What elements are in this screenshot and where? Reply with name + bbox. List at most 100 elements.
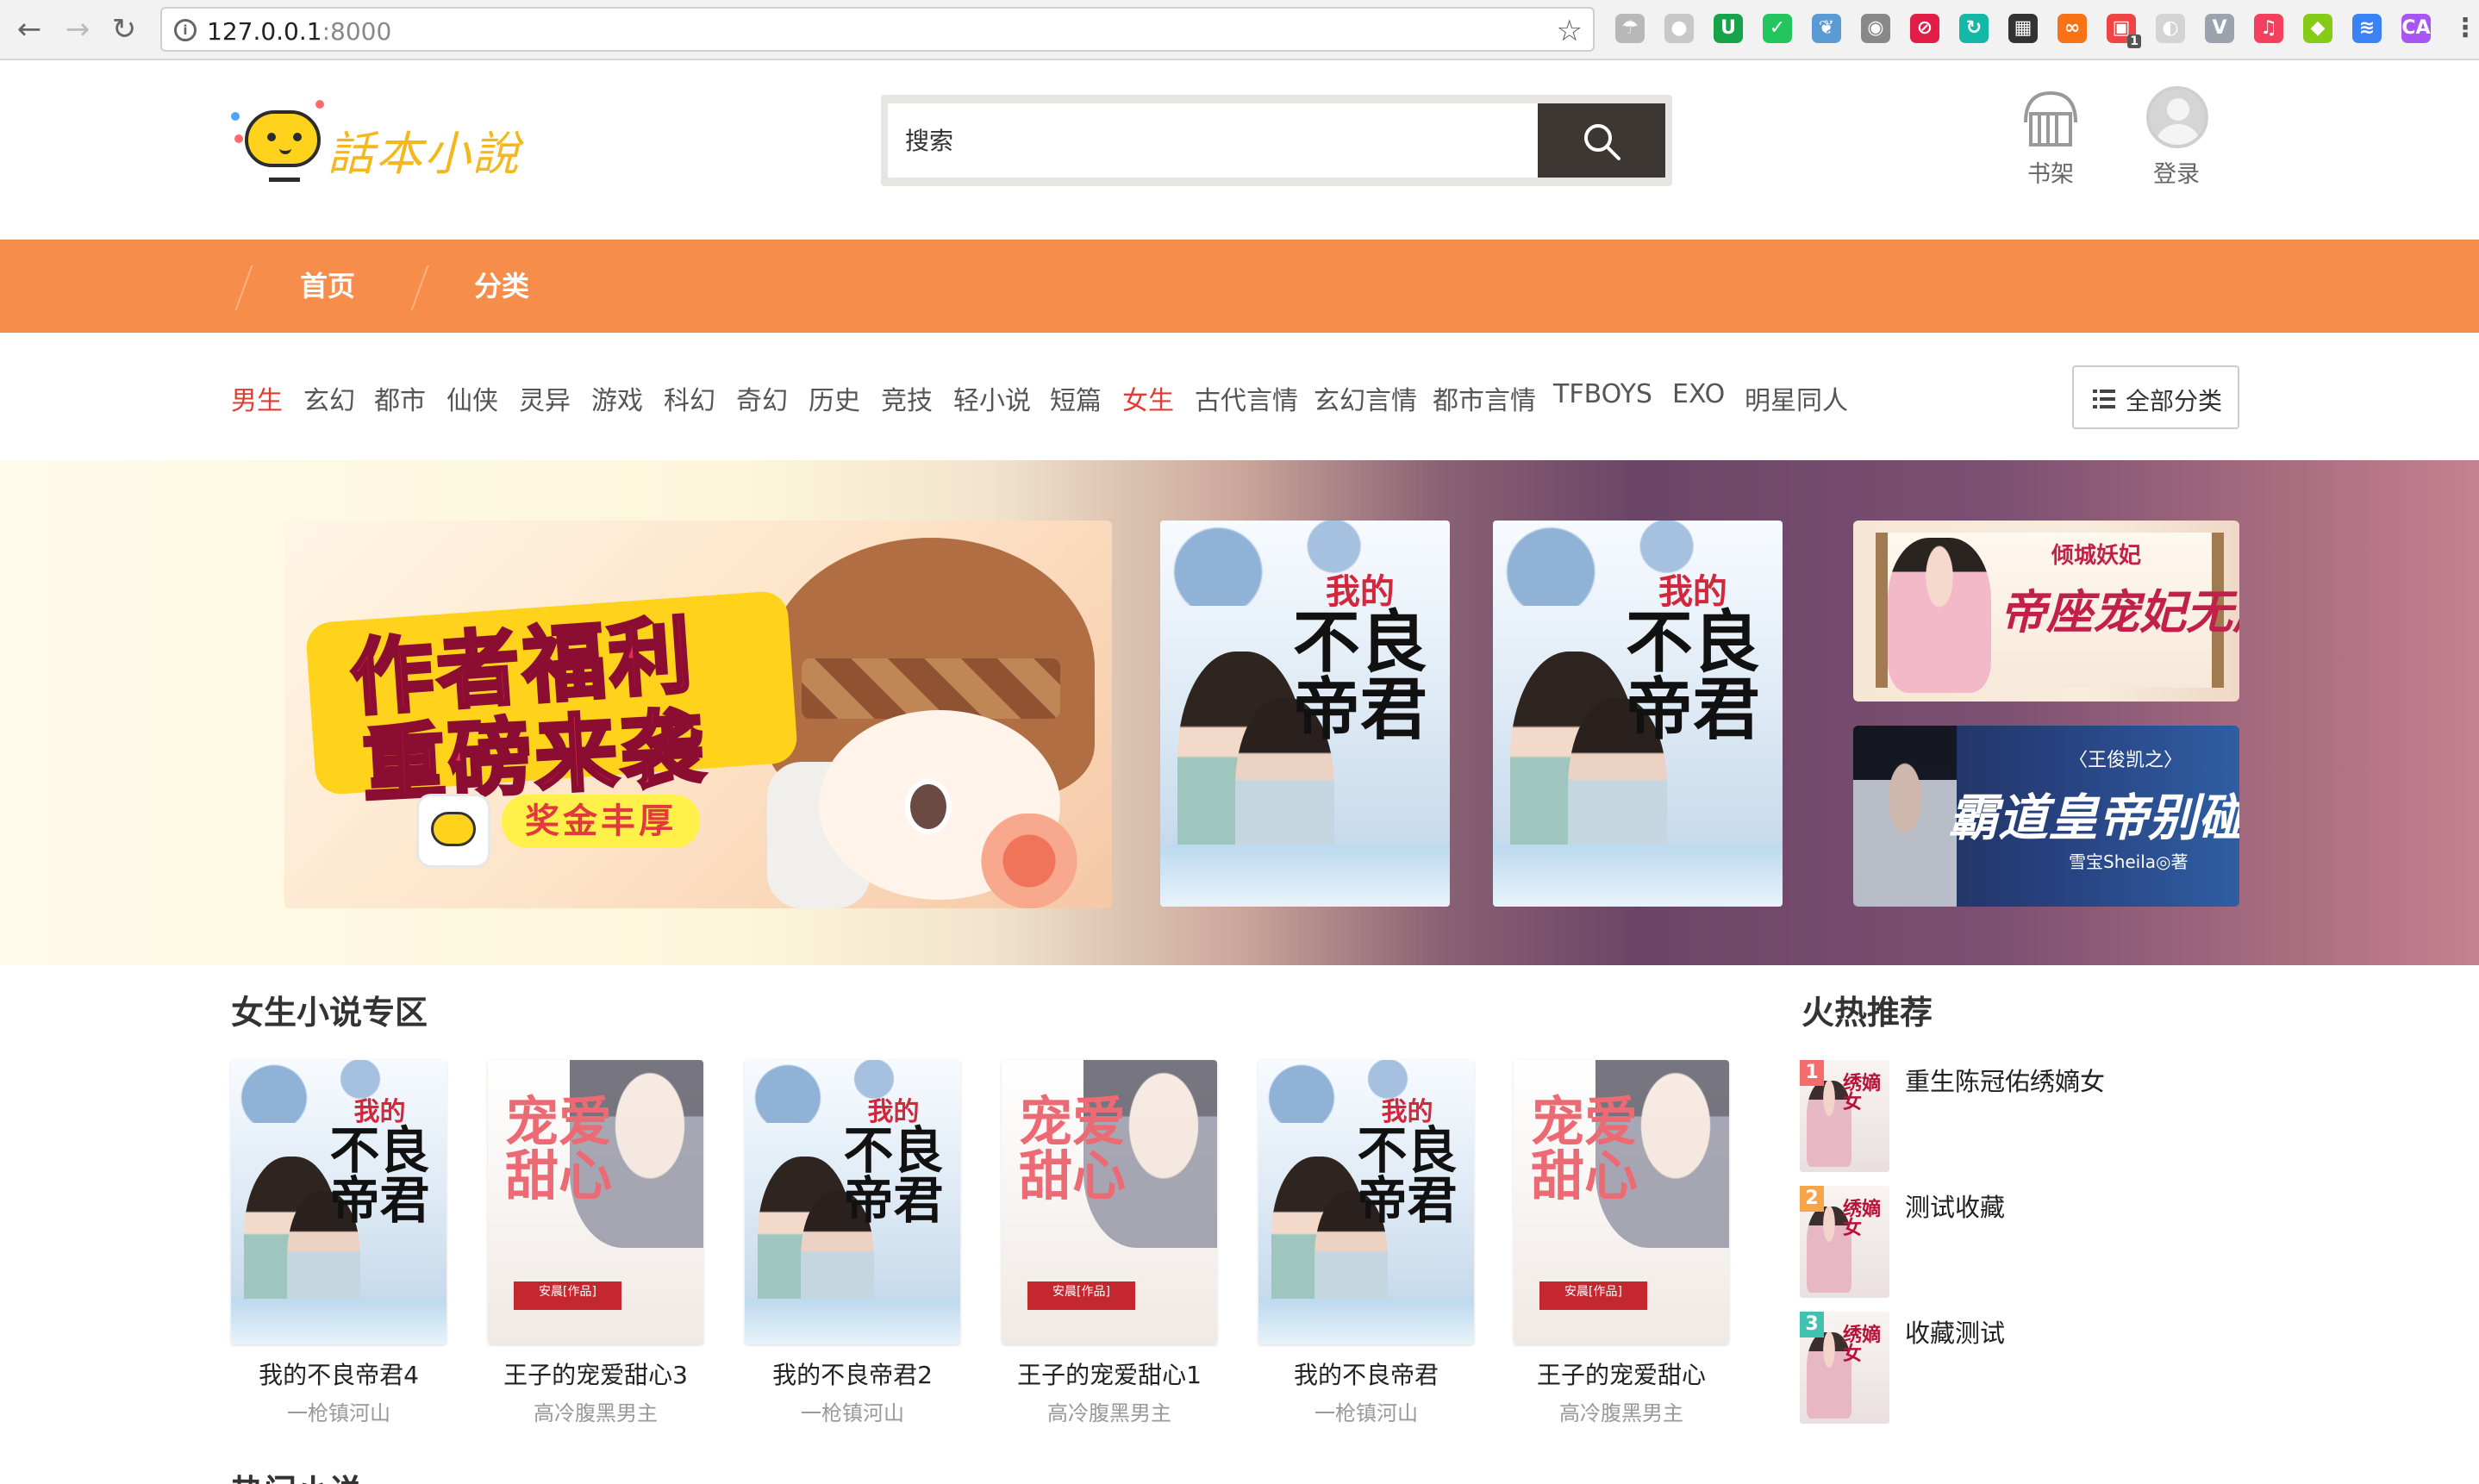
login-link[interactable]: 登录: [2129, 86, 2224, 198]
book-author: 高冷腹黑男主: [534, 1401, 658, 1425]
category-link[interactable]: 奇幻: [736, 379, 788, 417]
circle-icon[interactable]: ●: [1664, 14, 1694, 43]
book-author: 高冷腹黑男主: [1047, 1401, 1171, 1425]
shield-check-icon[interactable]: ✓: [1763, 14, 1792, 43]
category-link[interactable]: 古代言情: [1195, 379, 1298, 417]
refresh-icon[interactable]: ↻: [1959, 14, 1989, 43]
book-cover[interactable]: 宠爱甜心 安晨[作品]: [488, 1060, 703, 1344]
category-link[interactable]: 仙侠: [446, 379, 498, 417]
info-icon[interactable]: i: [174, 19, 197, 41]
tab-category[interactable]: 分类: [474, 240, 529, 333]
side-banner-1[interactable]: 倾城妖妃 帝座宠妃无度: [1853, 521, 2239, 701]
book-cover[interactable]: 宠爱甜心 安晨[作品]: [1002, 1060, 1217, 1344]
book-title[interactable]: 王子的宠爱甜心1: [984, 1356, 1234, 1391]
infinity-icon[interactable]: ∞: [2058, 14, 2087, 43]
book-title[interactable]: 我的不良帝君: [1241, 1356, 1491, 1391]
bookshelf-link[interactable]: 书架: [2003, 86, 2098, 198]
cover-badge: 安晨[作品]: [1539, 1281, 1647, 1311]
book-author: 一枪镇河山: [1314, 1401, 1418, 1425]
vue-icon[interactable]: V: [2205, 14, 2234, 43]
hot-item-title[interactable]: 测试收藏: [1905, 1188, 2005, 1224]
menu-icon[interactable]: ⋮: [2451, 14, 2479, 43]
search-box: [881, 95, 1672, 186]
book-title[interactable]: 王子的宠爱甜心3: [471, 1356, 721, 1391]
cover-title: 宠爱甜心: [1531, 1089, 1639, 1207]
book-cover[interactable]: 我的 不良帝君: [1258, 1060, 1474, 1344]
hot-item-title[interactable]: 重生陈冠佑绣嫡女: [1905, 1062, 2105, 1098]
music-icon[interactable]: ♫: [2254, 14, 2283, 43]
book-title[interactable]: 我的不良帝君2: [727, 1356, 977, 1391]
nav-divider: [234, 265, 253, 310]
promo-banner[interactable]: 作者福利 重磅来袭 奖金丰厚: [284, 521, 1112, 908]
category-link[interactable]: EXO: [1672, 379, 1725, 409]
url-text[interactable]: 127.0.0.1:8000: [207, 17, 391, 46]
site-logo[interactable]: 話本小說: [226, 97, 528, 191]
category-link[interactable]: 玄幻: [303, 379, 355, 417]
category-link[interactable]: 历史: [809, 379, 860, 417]
category-link[interactable]: TFBOYS: [1553, 379, 1652, 409]
search-button[interactable]: [1538, 103, 1665, 178]
side-banner-2-title: 霸道皇帝别碰我: [1948, 789, 2239, 847]
back-arrow-icon[interactable]: ←: [12, 12, 47, 47]
category-link[interactable]: 竞技: [881, 379, 933, 417]
book-card[interactable]: 我的 不良帝君 我的不良帝君4 一枪镇河山: [231, 1060, 446, 1425]
book-title[interactable]: 王子的宠爱甜心: [1496, 1356, 1746, 1391]
book-card[interactable]: 我的 不良帝君 我的不良帝君2 一枪镇河山: [745, 1060, 960, 1425]
cover-badge: 安晨[作品]: [514, 1281, 621, 1311]
forward-arrow-icon[interactable]: →: [60, 12, 95, 47]
book-author: 一枪镇河山: [287, 1401, 390, 1425]
adblock-icon[interactable]: ⊘: [1910, 14, 1939, 43]
promo-art: [905, 779, 952, 834]
logo-dot: [234, 134, 243, 143]
ca-icon[interactable]: CA: [2401, 14, 2431, 43]
book-cover[interactable]: 我的 不良帝君: [231, 1060, 446, 1344]
hot-item[interactable]: 绣嫡女 3 收藏测试: [1800, 1312, 2282, 1424]
tab-home[interactable]: 首页: [300, 240, 355, 333]
book-card[interactable]: 宠爱甜心 安晨[作品] 王子的宠爱甜心3 高冷腹黑男主: [488, 1060, 703, 1425]
hot-item-title[interactable]: 收藏测试: [1905, 1313, 2005, 1350]
leaf-icon[interactable]: ❦: [1812, 14, 1841, 43]
moon-icon[interactable]: ◐: [2156, 14, 2185, 43]
category-link[interactable]: 游戏: [591, 379, 643, 417]
main-nav: 首页 分类: [0, 240, 2479, 333]
category-link[interactable]: 灵异: [519, 379, 571, 417]
layers-icon[interactable]: ≋: [2352, 14, 2382, 43]
avatar-icon: [2146, 86, 2208, 148]
promo-art: [974, 814, 1112, 908]
all-categories-button[interactable]: 全部分类: [2072, 365, 2239, 429]
qrcode-icon[interactable]: ▦: [2008, 14, 2038, 43]
category-link[interactable]: 短篇: [1050, 379, 1102, 417]
browser-toolbar: ← → ↻ i 127.0.0.1:8000 ☆ ☂ ● U ✓ ❦ ◉ ⊘ ↻ ▦ ∞ ▣ 1 ◐ V ♫…: [0, 0, 2479, 60]
address-bar[interactable]: i 127.0.0.1:8000 ☆: [160, 7, 1595, 52]
weibo-icon[interactable]: ◉: [1861, 14, 1890, 43]
side-banner-2[interactable]: 〈王俊凯之〉 霸道皇帝别碰我 雪宝Sheila◎著: [1853, 726, 2239, 907]
category-link[interactable]: 女生: [1122, 379, 1174, 417]
book-card[interactable]: 宠爱甜心 安晨[作品] 王子的宠爱甜心 高冷腹黑男主: [1514, 1060, 1729, 1425]
shield-green-icon[interactable]: U: [1714, 14, 1743, 43]
hot-item[interactable]: 绣嫡女 2 测试收藏: [1800, 1186, 2282, 1298]
search-input[interactable]: [888, 103, 1541, 178]
all-categories-label: 全部分类: [2126, 387, 2223, 415]
banner-book-cover[interactable]: 我的 不良帝君: [1160, 521, 1450, 907]
bookmark-star-icon[interactable]: ☆: [1557, 14, 1583, 48]
banner-book-cover[interactable]: 我的 不良帝君: [1493, 521, 1783, 907]
category-link[interactable]: 男生: [231, 379, 283, 417]
search-icon: [1584, 124, 1620, 160]
book-cover[interactable]: 宠爱甜心安晨[作品]: [1514, 1060, 1729, 1344]
category-link[interactable]: 轻小说: [953, 379, 1031, 417]
cover-title: 宠爱甜心: [1019, 1089, 1127, 1207]
category-link[interactable]: 都市言情: [1433, 379, 1536, 417]
category-link[interactable]: 玄幻言情: [1314, 379, 1417, 417]
hot-item[interactable]: 绣嫡女 1 重生陈冠佑绣嫡女: [1800, 1060, 2282, 1172]
apple-icon[interactable]: ◆: [2303, 14, 2332, 43]
badge-icon[interactable]: ▣ 1: [2107, 14, 2141, 48]
category-link[interactable]: 科幻: [664, 379, 715, 417]
book-cover[interactable]: 我的 不良帝君: [745, 1060, 960, 1344]
book-card[interactable]: 宠爱甜心 安晨[作品] 王子的宠爱甜心1 高冷腹黑男主: [1002, 1060, 1217, 1425]
category-link[interactable]: 都市: [374, 379, 426, 417]
book-card[interactable]: 我的 不良帝君 我的不良帝君 一枪镇河山: [1258, 1060, 1474, 1425]
umbrella-icon[interactable]: ☂: [1615, 14, 1645, 43]
category-link[interactable]: 明星同人: [1745, 379, 1848, 417]
reload-icon[interactable]: ↻: [107, 12, 141, 47]
book-title[interactable]: 我的不良帝君4: [214, 1356, 464, 1391]
